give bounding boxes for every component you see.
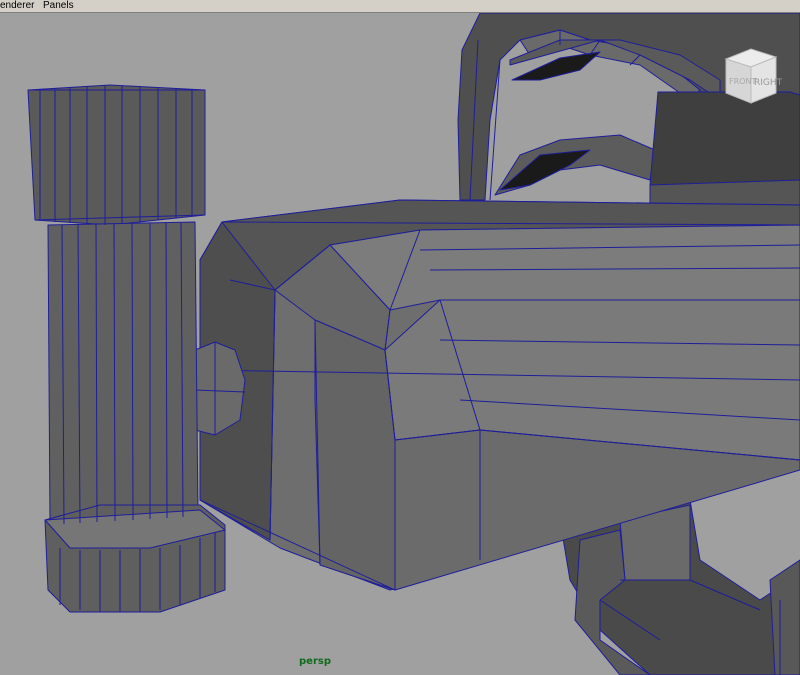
main-body-mesh: [199, 199, 800, 591]
viewcube-front-label: FRONT: [729, 77, 756, 86]
camera-label: persp: [299, 656, 331, 667]
scene-render[interactable]: [0, 13, 800, 675]
side-knob-mesh: [194, 341, 246, 436]
menu-item-renderer[interactable]: enderer: [0, 0, 34, 12]
pillar-mesh: [27, 84, 226, 613]
view-cube[interactable]: FRONT RIGHT: [716, 39, 786, 109]
menu-item-panels[interactable]: Panels: [43, 0, 74, 12]
perspective-viewport[interactable]: FRONT RIGHT persp: [0, 13, 800, 675]
menu-bar: enderer Panels: [0, 0, 800, 13]
viewcube-right-label: RIGHT: [754, 78, 783, 88]
